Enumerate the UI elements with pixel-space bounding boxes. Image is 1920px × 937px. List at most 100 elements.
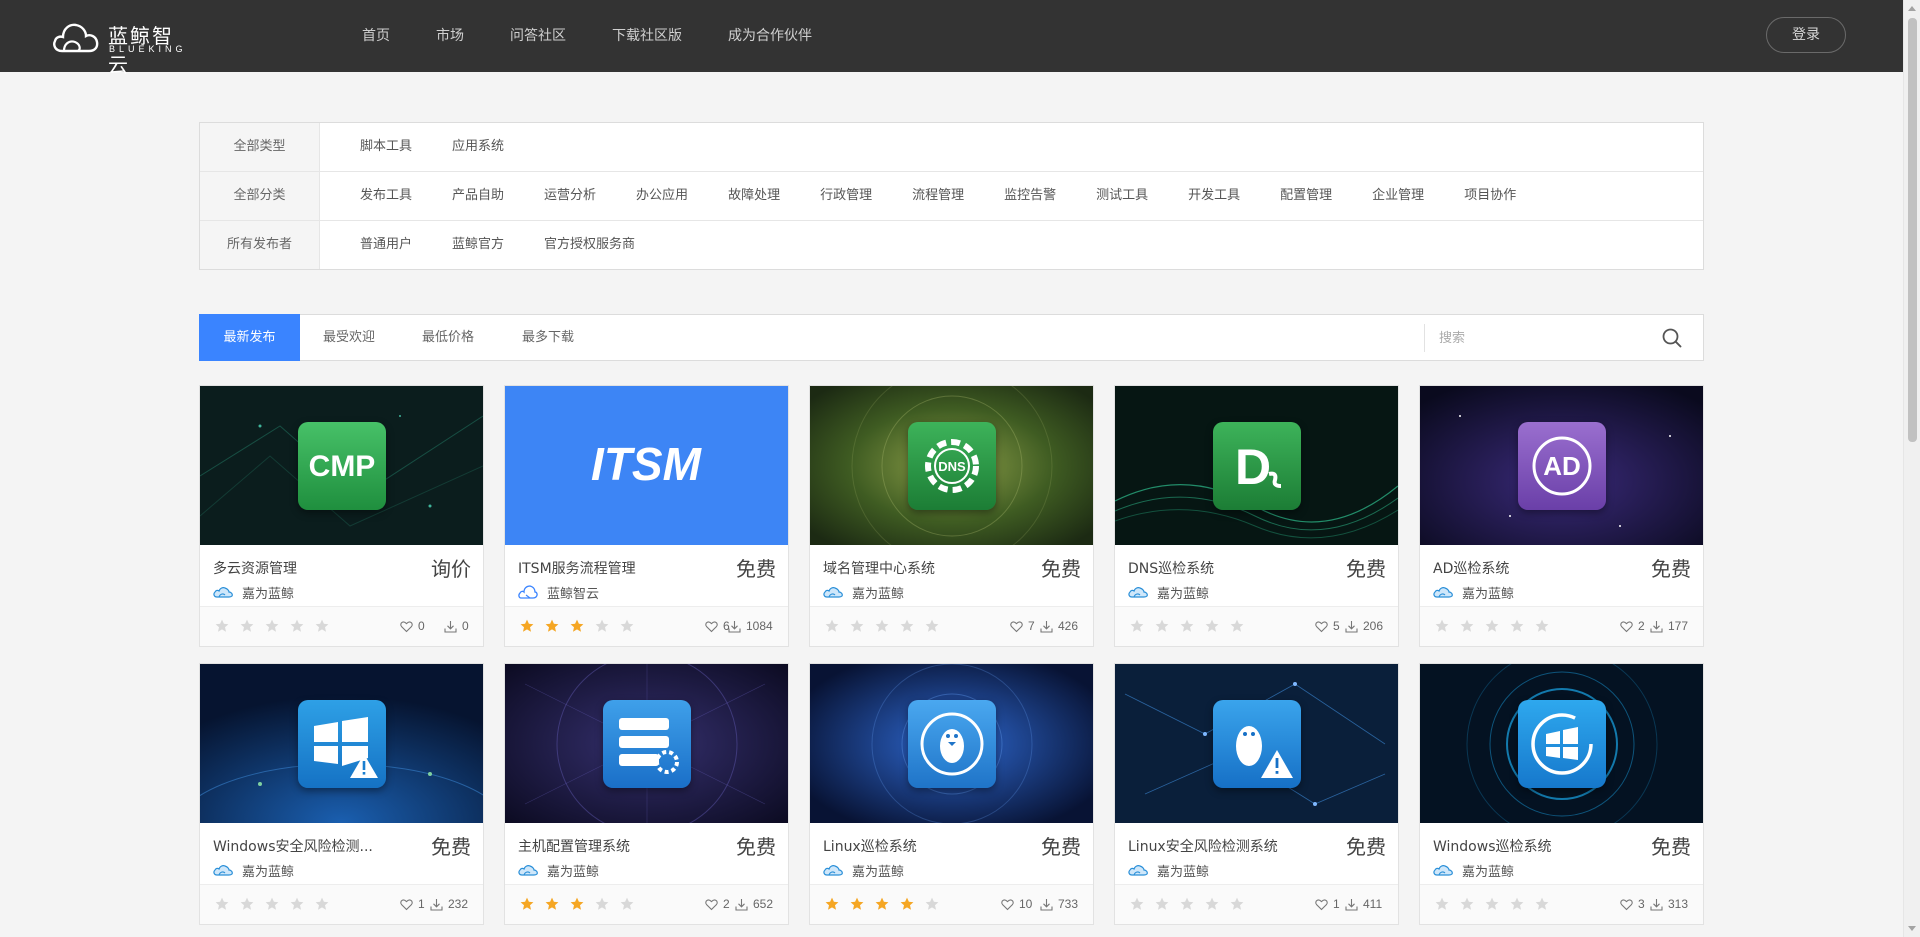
scroll-thumb[interactable] — [1908, 18, 1917, 442]
like-count[interactable]: 1 — [1315, 897, 1340, 911]
app-cover-image[interactable] — [1115, 664, 1398, 823]
filter-option[interactable]: 应用系统 — [452, 123, 504, 171]
like-count[interactable]: 3 — [1620, 897, 1645, 911]
filter-option[interactable]: 项目协作 — [1464, 172, 1516, 220]
filter-option[interactable]: 发布工具 — [360, 172, 412, 220]
app-card[interactable]: CMP 多云资源管理 询价 嘉为蓝鲸 0 0 — [199, 385, 484, 647]
app-publisher[interactable]: 嘉为蓝鲸 — [823, 861, 904, 880]
star-empty-icon[interactable] — [1180, 897, 1194, 911]
star-empty-icon[interactable] — [1130, 619, 1144, 633]
app-cover-image[interactable]: CMP — [200, 386, 483, 545]
star-filled-icon[interactable] — [825, 897, 839, 911]
like-count[interactable]: 1 — [400, 897, 425, 911]
search-icon[interactable] — [1661, 327, 1683, 349]
star-empty-icon[interactable] — [875, 619, 889, 633]
search-input[interactable] — [1439, 326, 1659, 350]
filter-all-types[interactable]: 全部类型 — [200, 123, 320, 171]
filter-option[interactable]: 流程管理 — [912, 172, 964, 220]
app-publisher[interactable]: 嘉为蓝鲸 — [1128, 861, 1209, 880]
app-publisher[interactable]: 嘉为蓝鲸 — [1128, 583, 1209, 602]
app-publisher[interactable]: 嘉为蓝鲸 — [1433, 583, 1514, 602]
app-cover-image[interactable]: AD — [1420, 386, 1703, 545]
star-empty-icon[interactable] — [290, 619, 304, 633]
nav-qa-community[interactable]: 问答社区 — [510, 0, 566, 72]
star-empty-icon[interactable] — [620, 619, 634, 633]
star-empty-icon[interactable] — [1180, 619, 1194, 633]
filter-option[interactable]: 测试工具 — [1096, 172, 1148, 220]
blueking-logo[interactable]: 蓝鲸智云 BLUEKING — [52, 17, 192, 77]
star-empty-icon[interactable] — [265, 619, 279, 633]
login-button[interactable]: 登录 — [1766, 17, 1846, 53]
star-empty-icon[interactable] — [240, 619, 254, 633]
star-empty-icon[interactable] — [1510, 897, 1524, 911]
app-card[interactable]: Windows安全风险检测... 免费 嘉为蓝鲸 1 232 — [199, 663, 484, 925]
star-empty-icon[interactable] — [315, 897, 329, 911]
app-name[interactable]: Windows巡检系统 — [1433, 836, 1623, 856]
star-empty-icon[interactable] — [1435, 897, 1449, 911]
star-empty-icon[interactable] — [825, 619, 839, 633]
star-filled-icon[interactable] — [900, 897, 914, 911]
star-empty-icon[interactable] — [1130, 897, 1144, 911]
filter-option[interactable]: 行政管理 — [820, 172, 872, 220]
sort-tab-popular[interactable]: 最受欢迎 — [323, 314, 375, 361]
app-name[interactable]: AD巡检系统 — [1433, 558, 1623, 578]
star-empty-icon[interactable] — [1155, 897, 1169, 911]
filter-option[interactable]: 普通用户 — [360, 221, 412, 269]
star-empty-icon[interactable] — [215, 897, 229, 911]
filter-option[interactable]: 企业管理 — [1372, 172, 1424, 220]
app-card[interactable]: Windows巡检系统 免费 嘉为蓝鲸 3 313 — [1419, 663, 1704, 925]
star-empty-icon[interactable] — [1485, 619, 1499, 633]
app-card[interactable]: ITSM ITSM服务流程管理 免费 蓝鲸智云 6 1084 — [504, 385, 789, 647]
star-empty-icon[interactable] — [1230, 619, 1244, 633]
star-empty-icon[interactable] — [850, 619, 864, 633]
like-count[interactable]: 2 — [1620, 619, 1645, 633]
filter-option[interactable]: 开发工具 — [1188, 172, 1240, 220]
page-scrollbar[interactable] — [1903, 0, 1920, 937]
star-filled-icon[interactable] — [570, 897, 584, 911]
sort-tab-most-downloads[interactable]: 最多下载 — [522, 314, 574, 361]
star-empty-icon[interactable] — [215, 619, 229, 633]
filter-option[interactable]: 运营分析 — [544, 172, 596, 220]
star-empty-icon[interactable] — [925, 619, 939, 633]
filter-all-categories[interactable]: 全部分类 — [200, 172, 320, 220]
nav-home[interactable]: 首页 — [362, 0, 390, 72]
app-publisher[interactable]: 嘉为蓝鲸 — [213, 583, 294, 602]
star-empty-icon[interactable] — [1230, 897, 1244, 911]
app-publisher[interactable]: 嘉为蓝鲸 — [1433, 861, 1514, 880]
app-cover-image[interactable]: ITSM — [505, 386, 788, 545]
star-filled-icon[interactable] — [875, 897, 889, 911]
app-card[interactable]: Linux安全风险检测系统 免费 嘉为蓝鲸 1 411 — [1114, 663, 1399, 925]
filter-option[interactable]: 故障处理 — [728, 172, 780, 220]
star-empty-icon[interactable] — [1460, 897, 1474, 911]
filter-option[interactable]: 蓝鲸官方 — [452, 221, 504, 269]
nav-download-community[interactable]: 下载社区版 — [612, 0, 682, 72]
app-cover-image[interactable] — [1420, 664, 1703, 823]
app-name[interactable]: Linux安全风险检测系统 — [1128, 836, 1318, 856]
like-count[interactable]: 7 — [1010, 619, 1035, 633]
filter-option[interactable]: 配置管理 — [1280, 172, 1332, 220]
like-count[interactable]: 5 — [1315, 619, 1340, 633]
star-empty-icon[interactable] — [925, 897, 939, 911]
like-count[interactable]: 0 — [400, 619, 425, 633]
app-publisher[interactable]: 嘉为蓝鲸 — [213, 861, 294, 880]
filter-option[interactable]: 脚本工具 — [360, 123, 412, 171]
scroll-down-icon[interactable] — [1908, 926, 1916, 931]
star-empty-icon[interactable] — [1535, 619, 1549, 633]
app-card[interactable]: AD AD巡检系统 免费 嘉为蓝鲸 2 177 — [1419, 385, 1704, 647]
star-filled-icon[interactable] — [850, 897, 864, 911]
app-name[interactable]: DNS巡检系统 — [1128, 558, 1318, 578]
filter-option[interactable]: 官方授权服务商 — [544, 221, 635, 269]
like-count[interactable]: 10 — [1001, 897, 1032, 911]
app-cover-image[interactable]: D — [1115, 386, 1398, 545]
star-empty-icon[interactable] — [1510, 619, 1524, 633]
star-empty-icon[interactable] — [1485, 897, 1499, 911]
app-cover-image[interactable] — [810, 664, 1093, 823]
app-name[interactable]: Linux巡检系统 — [823, 836, 1013, 856]
star-empty-icon[interactable] — [620, 897, 634, 911]
star-empty-icon[interactable] — [1460, 619, 1474, 633]
app-card[interactable]: Linux巡检系统 免费 嘉为蓝鲸 10 733 — [809, 663, 1094, 925]
star-filled-icon[interactable] — [545, 619, 559, 633]
star-empty-icon[interactable] — [1155, 619, 1169, 633]
sort-tab-lowest-price[interactable]: 最低价格 — [422, 314, 474, 361]
star-empty-icon[interactable] — [265, 897, 279, 911]
